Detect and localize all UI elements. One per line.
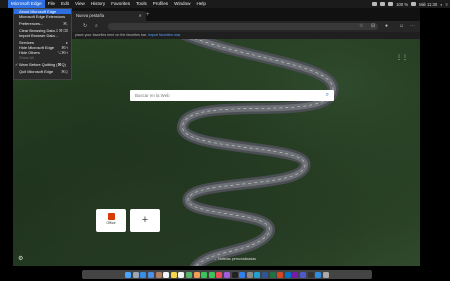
menu-item-label: Warn Before Quitting (⌘Q) xyxy=(19,62,66,67)
menu-item-shortcut: ⌘, xyxy=(63,21,68,26)
collections-icon[interactable]: ⊟ xyxy=(371,23,375,29)
menu-item-label: Show All xyxy=(19,55,34,60)
calendar-icon[interactable] xyxy=(163,271,170,278)
battery-icon[interactable] xyxy=(411,2,417,6)
spotlight-icon[interactable]: ⌕ xyxy=(440,2,442,7)
more-menu-icon[interactable]: ⋯ xyxy=(410,23,415,29)
menu-help[interactable]: Help xyxy=(193,0,208,8)
import-favorites-link[interactable]: Import favorites now xyxy=(148,33,180,37)
menu-file[interactable]: File xyxy=(45,0,58,8)
menu-bar: Microsoft Edge File Edit View History Fa… xyxy=(0,0,450,8)
menu-item-label: Quit Microsoft Edge xyxy=(19,69,54,74)
mail-icon[interactable] xyxy=(148,271,155,278)
terminal-icon[interactable] xyxy=(307,271,314,278)
menu-view[interactable]: View xyxy=(72,0,88,8)
apps-grid-icon[interactable]: ⋮⋮ xyxy=(396,54,408,61)
edge-icon[interactable] xyxy=(254,271,261,278)
menu-history[interactable]: History xyxy=(88,0,108,8)
menubar-status: 100 % Mié 11:30 ⌕ ≡ xyxy=(372,0,448,8)
profile-avatar[interactable]: ● xyxy=(385,23,388,29)
podcasts-icon[interactable] xyxy=(224,271,230,278)
background-road-image xyxy=(177,39,339,266)
teams-icon[interactable] xyxy=(299,271,306,278)
favorites-bar: place your favorites here on the favorit… xyxy=(13,32,420,39)
wifi-icon[interactable] xyxy=(388,2,394,6)
menu-item-label: Microsoft Edge Extensions xyxy=(19,14,66,19)
onenote-icon[interactable] xyxy=(292,271,299,278)
downloads-icon[interactable] xyxy=(315,271,322,278)
search-icon[interactable]: ⌕ xyxy=(326,90,329,101)
clock[interactable]: Mié 11:30 xyxy=(419,2,437,7)
menu-window[interactable]: Window xyxy=(171,0,193,8)
photos-icon[interactable] xyxy=(193,271,200,278)
music-icon[interactable] xyxy=(216,271,223,278)
microsoft-edge-app-menu: About Microsoft Edge Microsoft Edge Exten… xyxy=(13,8,72,80)
messages-icon[interactable] xyxy=(201,271,208,278)
refresh-icon[interactable]: ↻ xyxy=(83,23,87,29)
new-tab-page: ⋮⋮ Buscar en la Web ⌕ Office + ⚙ ⌄ Notic… xyxy=(13,39,420,266)
tab-bar: Nueva pestaña ✕ + xyxy=(13,8,420,21)
office-icon xyxy=(107,213,115,220)
menu-item[interactable]: Preferences... ⌘, xyxy=(14,21,71,26)
outlook-icon[interactable] xyxy=(284,271,291,278)
favorite-star-icon[interactable]: ☆ xyxy=(359,23,363,29)
favorites-hint: place your favorites here on the favorit… xyxy=(75,33,147,37)
menu-tools[interactable]: Tools xyxy=(133,0,150,8)
news-label: Noticias personalizadas xyxy=(218,257,256,261)
emoji-icon[interactable]: ☺ xyxy=(399,23,404,29)
excel-icon[interactable] xyxy=(269,271,276,278)
add-quick-link-button[interactable]: + xyxy=(130,209,160,232)
menu-microsoft-edge[interactable]: Microsoft Edge xyxy=(8,0,45,8)
battery-percent[interactable]: 100 % xyxy=(396,2,408,7)
tile-label: Office xyxy=(106,221,116,225)
menu-item[interactable]: Quit Microsoft Edge ⌘Q xyxy=(14,69,71,74)
new-tab-button[interactable]: + xyxy=(146,12,150,18)
menu-item[interactable]: ✓ Warn Before Quitting (⌘Q) xyxy=(14,62,71,67)
powerpoint-icon[interactable] xyxy=(277,271,284,278)
menu-favorites[interactable]: Favorites xyxy=(108,0,133,8)
launchpad-icon[interactable] xyxy=(132,271,139,278)
contacts-icon[interactable] xyxy=(155,271,162,278)
checkmark-icon: ✓ xyxy=(15,62,19,67)
status-icon[interactable] xyxy=(380,2,386,6)
notes-icon[interactable] xyxy=(170,271,177,278)
search-icon: ⌕ xyxy=(95,23,98,29)
menu-item: Show All xyxy=(14,55,71,60)
quick-link-office[interactable]: Office xyxy=(96,209,126,232)
menu-item-shortcut: ⌘Q xyxy=(61,69,68,74)
app-store-icon[interactable] xyxy=(239,271,246,278)
close-tab-icon[interactable]: ✕ xyxy=(138,11,142,21)
menu-item[interactable]: Import Browser Data... xyxy=(14,33,71,38)
toolbar: ↻ ⌕ ☆ ⊟ ● ☺ ⋯ xyxy=(13,21,420,32)
web-search-box[interactable]: Buscar en la Web ⌕ xyxy=(130,90,334,101)
maps-icon[interactable] xyxy=(186,271,193,278)
preferences-icon[interactable] xyxy=(246,271,253,278)
control-center-icon[interactable]: ≡ xyxy=(446,2,448,7)
menu-item-label: Import Browser Data... xyxy=(19,33,58,38)
browser-window: Nueva pestaña ✕ + ↻ ⌕ ☆ ⊟ ● ☺ ⋯ place yo… xyxy=(13,8,420,266)
search-placeholder: Buscar en la Web xyxy=(135,93,170,98)
word-icon[interactable] xyxy=(261,271,268,278)
menu-item-label: Preferences... xyxy=(19,21,44,26)
tv-icon[interactable] xyxy=(231,271,238,278)
personalized-news-button[interactable]: ⌄ Noticias personalizadas xyxy=(214,257,256,261)
settings-gear-icon[interactable]: ⚙ xyxy=(18,255,23,262)
dock xyxy=(82,270,372,279)
trash-icon[interactable] xyxy=(322,271,329,278)
menu-profiles[interactable]: Profiles xyxy=(150,0,171,8)
safari-icon[interactable] xyxy=(140,271,147,278)
tab-title: Nueva pestaña xyxy=(76,13,105,18)
menu-edit[interactable]: Edit xyxy=(58,0,72,8)
facetime-icon[interactable] xyxy=(208,271,215,278)
tab-new-tab[interactable]: Nueva pestaña ✕ xyxy=(70,11,146,21)
address-bar[interactable] xyxy=(108,23,378,30)
status-icon[interactable] xyxy=(372,2,378,6)
reminders-icon[interactable] xyxy=(178,271,185,278)
menu-item[interactable]: Microsoft Edge Extensions xyxy=(14,14,71,19)
finder-icon[interactable] xyxy=(125,271,132,278)
